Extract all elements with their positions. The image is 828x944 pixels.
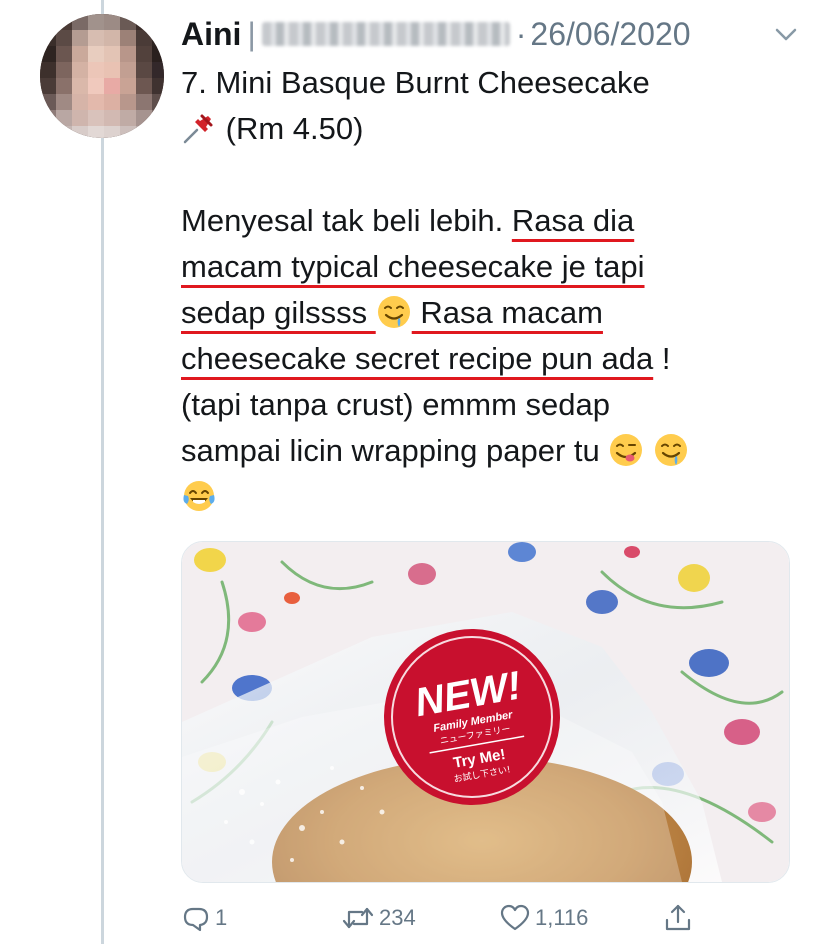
underlined-text: macam typical cheesecake je tapi (181, 249, 645, 284)
blurred-handle (261, 22, 510, 46)
tweet-header: Aini | · 26/06/2020 (181, 10, 801, 58)
tweet-line: 7. Mini Basque Burnt Cheesecake (181, 60, 791, 106)
pushpin-icon (183, 114, 213, 144)
tweet-line: (tapi tanpa crust) emmm sedap (181, 382, 791, 428)
tweet-actions: 1 234 1,116 (181, 898, 701, 938)
tweet-line-text: (tapi tanpa crust) emmm sedap (181, 387, 611, 422)
reply-button[interactable]: 1 (181, 898, 227, 938)
tears-of-joy-icon (183, 481, 215, 511)
tweet-line-text: Menyesal tak beli lebih. (181, 203, 512, 238)
avatar[interactable] (40, 14, 164, 138)
tweet-line: sampai licin wrapping paper tu (181, 428, 791, 474)
share-button[interactable] (663, 898, 693, 938)
tweet-line-text: sedap gilssss (181, 295, 376, 330)
underlined-text: sedap gilssss Rasa macam (181, 295, 603, 330)
tweet-line: cheesecake secret recipe pun ada ! (181, 336, 791, 382)
pixelated-avatar-image (40, 14, 164, 138)
drooling-face-icon (654, 434, 687, 466)
retweet-button[interactable]: 234 (341, 898, 416, 938)
tweet-line: (Rm 4.50) (181, 106, 791, 152)
author-separator: | (247, 15, 256, 52)
reply-icon (183, 907, 209, 932)
share-icon (665, 904, 691, 931)
tweet-line-text: 7. Mini Basque Burnt Cheesecake (181, 65, 650, 100)
tweet-line-text: (Rm 4.50) (225, 111, 364, 146)
like-button[interactable]: 1,116 (499, 898, 588, 938)
underlined-text: cheesecake secret recipe pun ada (181, 341, 654, 376)
retweet-icon (342, 907, 374, 929)
author-name[interactable]: Aini (181, 16, 241, 53)
tweet-line: macam typical cheesecake je tapi (181, 244, 791, 290)
reply-count: 1 (215, 905, 228, 930)
thread-line (101, 0, 104, 944)
tweet-text: 7. Mini Basque Burnt Cheesecake (Rm 4.50… (181, 60, 791, 520)
chevron-down-icon[interactable] (771, 24, 801, 46)
tweet-line: Menyesal tak beli lebih. Rasa dia (181, 198, 791, 244)
tweet-line (181, 474, 791, 520)
like-icon (500, 904, 530, 931)
underlined-text: Rasa dia (511, 203, 635, 238)
like-count: 1,116 (535, 905, 589, 930)
tweet-photo[interactable]: NEW! Family Member ニューファミリー Try Me! お試し下… (181, 541, 790, 883)
cheesecake-photo: NEW! Family Member ニューファミリー Try Me! お試し下… (182, 542, 789, 882)
tweet-line-text: Rasa macam (411, 295, 603, 330)
tweet-line: sedap gilssss Rasa macam (181, 290, 791, 336)
drooling-face-icon (377, 296, 410, 328)
tweet-line-text: ! (653, 341, 671, 376)
date-separator: · (515, 15, 527, 52)
tweet-line-text: sampai licin wrapping paper tu (181, 433, 609, 468)
yum-face-icon (610, 434, 643, 466)
tweet-date[interactable]: 26/06/2020 (530, 16, 690, 53)
retweet-count: 234 (379, 905, 416, 930)
